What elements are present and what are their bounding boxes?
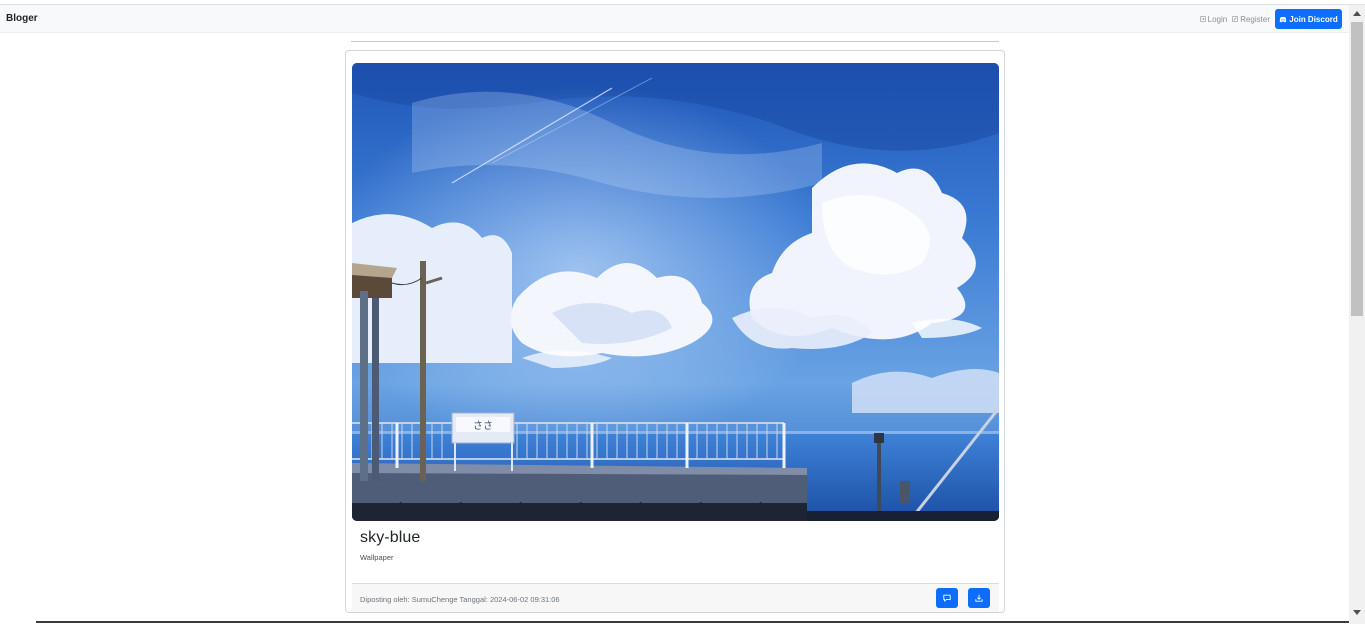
post-meta: Diposting oleh: SumuChenge Tanggal: 2024… bbox=[360, 595, 560, 604]
pencil-square-icon bbox=[1232, 16, 1238, 22]
section-divider bbox=[351, 41, 999, 42]
post-card: ささ sky-blue Wallpaper Diposting oleh: Su… bbox=[345, 50, 1005, 613]
page-scrollbar[interactable] bbox=[1349, 5, 1365, 624]
download-button[interactable] bbox=[968, 588, 990, 608]
bottom-edge bbox=[36, 621, 1349, 623]
brand-link[interactable]: Bloger bbox=[6, 13, 38, 24]
post-footer: Diposting oleh: SumuChenge Tanggal: 2024… bbox=[352, 583, 999, 612]
login-link[interactable]: Login bbox=[1199, 14, 1228, 24]
navbar: Bloger Login Register Join Discord bbox=[0, 5, 1349, 33]
svg-text:ささ: ささ bbox=[473, 420, 493, 432]
scrollbar-thumb[interactable] bbox=[1351, 22, 1363, 316]
chat-icon bbox=[943, 594, 951, 602]
discord-icon bbox=[1279, 16, 1287, 22]
register-link[interactable]: Register bbox=[1232, 15, 1270, 24]
join-discord-button[interactable]: Join Discord bbox=[1275, 9, 1342, 29]
discord-label: Join Discord bbox=[1289, 14, 1338, 24]
post-image[interactable]: ささ bbox=[352, 63, 999, 521]
scroll-up-arrow-icon[interactable] bbox=[1353, 11, 1361, 16]
login-icon bbox=[1199, 16, 1206, 22]
wallpaper-illustration: ささ bbox=[352, 63, 999, 521]
register-label: Register bbox=[1240, 14, 1270, 24]
login-label: Login bbox=[1207, 14, 1228, 24]
comment-button[interactable] bbox=[936, 588, 958, 608]
post-category: Wallpaper bbox=[360, 553, 394, 562]
scroll-down-arrow-icon[interactable] bbox=[1353, 610, 1361, 615]
download-icon bbox=[975, 594, 983, 602]
post-title: sky-blue bbox=[360, 529, 421, 546]
navbar-actions: Login Register Join Discord bbox=[1195, 9, 1342, 29]
